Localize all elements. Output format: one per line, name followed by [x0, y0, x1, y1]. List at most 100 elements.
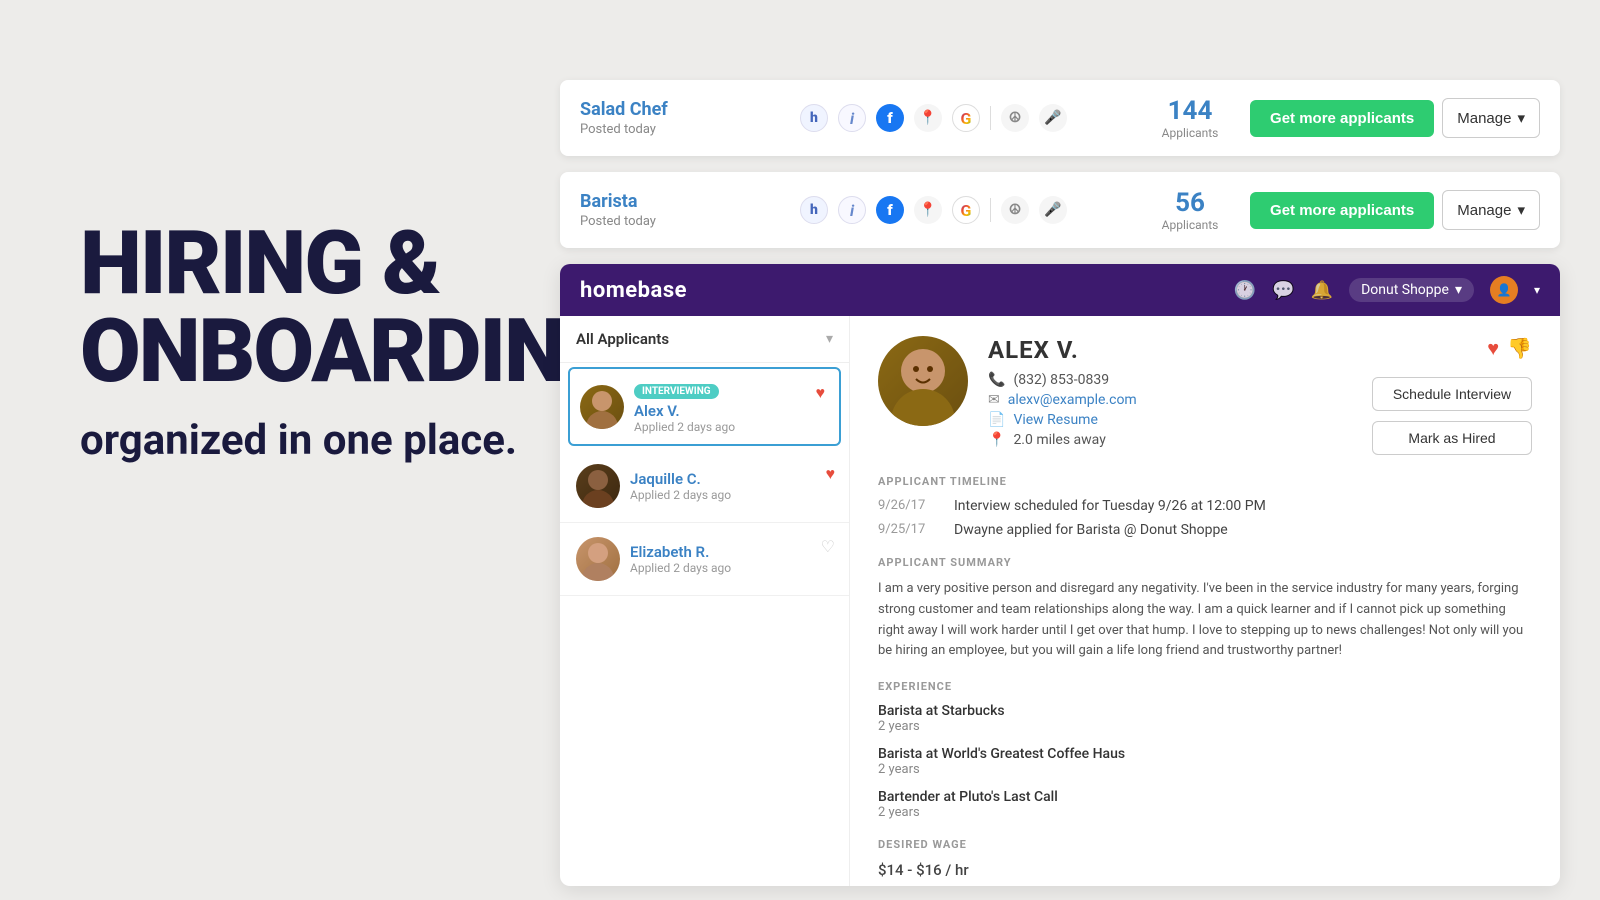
email-link[interactable]: alexv@example.com: [1008, 392, 1137, 408]
google-icon[interactable]: G: [952, 104, 980, 132]
user-avatar[interactable]: 👤: [1490, 276, 1518, 304]
applicant-detail: ALEX V. 📞 (832) 853-0839 ✉ alexv@example…: [850, 316, 1560, 886]
applicants-number: 144: [1150, 96, 1230, 126]
summary-section-title: APPLICANT SUMMARY: [878, 556, 1532, 569]
resume-link[interactable]: View Resume: [1013, 412, 1097, 428]
manage-button[interactable]: Manage ▾: [1442, 190, 1540, 230]
resume-icon: 📄: [988, 412, 1005, 428]
divider: [990, 106, 991, 130]
store-badge[interactable]: Donut Shoppe ▾: [1349, 278, 1474, 302]
timeline-date: 9/25/17: [878, 522, 938, 538]
applicant-name: Alex V.: [634, 402, 829, 420]
indeed-icon[interactable]: h: [800, 104, 828, 132]
resume-contact: 📄 View Resume: [988, 412, 1352, 428]
detail-avatar: [878, 336, 968, 426]
favorite-heart-icon[interactable]: ♥: [816, 383, 826, 403]
chat-icon[interactable]: 💬: [1272, 280, 1294, 301]
timeline-item-0: 9/26/17 Interview scheduled for Tuesday …: [878, 498, 1532, 514]
applicant-item-elizabeth[interactable]: Elizabeth R. Applied 2 days ago ♡: [560, 523, 849, 596]
heart-icon[interactable]: ♥: [1487, 336, 1499, 361]
wage-section-title: DESIRED WAGE: [878, 838, 1532, 851]
peace-icon[interactable]: ☮: [1001, 196, 1029, 224]
phone-number: (832) 853-0839: [1013, 372, 1109, 388]
email-contact: ✉ alexv@example.com: [988, 392, 1352, 408]
detail-info: ALEX V. 📞 (832) 853-0839 ✉ alexv@example…: [988, 336, 1352, 448]
job-icons: h i f 📍 G ☮ 🎤: [780, 196, 1150, 224]
job-posted: Posted today: [580, 214, 780, 229]
hero-subtitle: organized in one place.: [80, 416, 560, 466]
applicant-info-jaquille: Jaquille C. Applied 2 days ago: [630, 470, 833, 502]
facebook-icon[interactable]: f: [876, 196, 904, 224]
applicants-number: 56: [1150, 188, 1230, 218]
applicant-name: Jaquille C.: [630, 470, 833, 488]
job-card-salad-chef: Salad Chef Posted today h i f 📍 G ☮ 🎤 14…: [560, 80, 1560, 156]
get-applicants-button[interactable]: Get more applicants: [1250, 192, 1434, 229]
job-title-section: Salad Chef Posted today: [580, 99, 780, 137]
mic-icon[interactable]: 🎤: [1039, 104, 1067, 132]
facebook-icon[interactable]: f: [876, 104, 904, 132]
experience-title: Barista at World's Greatest Coffee Haus: [878, 746, 1532, 762]
hero-title: HIRING & ONBOARDING: [80, 220, 560, 396]
avatar-elizabeth: [576, 537, 620, 581]
experience-section-title: EXPERIENCE: [878, 680, 1532, 693]
applicants-count: 56 Applicants: [1150, 188, 1230, 232]
peace-icon[interactable]: ☮: [1001, 104, 1029, 132]
mark-as-hired-button[interactable]: Mark as Hired: [1372, 421, 1532, 455]
mic-icon[interactable]: 🎤: [1039, 196, 1067, 224]
timeline-section-title: APPLICANT TIMELINE: [878, 475, 1532, 488]
applicant-item-alex[interactable]: INTERVIEWING Alex V. Applied 2 days ago …: [568, 367, 841, 446]
experience-item-0: Barista at Starbucks 2 years: [878, 703, 1532, 734]
google-icon[interactable]: G: [952, 196, 980, 224]
experience-item-2: Bartender at Pluto's Last Call 2 years: [878, 789, 1532, 820]
thumbdown-icon[interactable]: 👎: [1507, 336, 1532, 361]
panel-body: All Applicants ▾ INTERVIEWING Alex V.: [560, 316, 1560, 886]
pin-icon[interactable]: 📍: [914, 196, 942, 224]
detail-contact: 📞 (832) 853-0839 ✉ alexv@example.com 📄 V…: [988, 372, 1352, 448]
status-tag: INTERVIEWING: [634, 384, 719, 399]
bell-icon[interactable]: 🔔: [1311, 280, 1333, 301]
filter-arrow-icon[interactable]: ▾: [826, 331, 833, 347]
timeline-text: Interview scheduled for Tuesday 9/26 at …: [954, 498, 1266, 514]
indeed-icon[interactable]: h: [800, 196, 828, 224]
timeline-text: Dwayne applied for Barista @ Donut Shopp…: [954, 522, 1228, 538]
favorite-heart-empty-icon[interactable]: ♡: [821, 537, 835, 556]
email-icon: ✉: [988, 392, 1000, 408]
homebase-panel: homebase 🕐 💬 🔔 Donut Shoppe ▾ 👤 ▾ All Ap…: [560, 264, 1560, 886]
experience-duration: 2 years: [878, 805, 1532, 820]
applicant-applied: Applied 2 days ago: [630, 488, 833, 502]
applicant-applied: Applied 2 days ago: [630, 561, 833, 575]
info-icon[interactable]: i: [838, 104, 866, 132]
favorite-heart-icon[interactable]: ♥: [826, 464, 836, 484]
schedule-interview-button[interactable]: Schedule Interview: [1372, 377, 1532, 411]
applicant-item-jaquille[interactable]: Jaquille C. Applied 2 days ago ♥: [560, 450, 849, 523]
info-icon[interactable]: i: [838, 196, 866, 224]
detail-actions: ♥ 👎 Schedule Interview Mark as Hired: [1372, 336, 1532, 455]
applicant-list: All Applicants ▾ INTERVIEWING Alex V.: [560, 316, 850, 886]
clock-icon[interactable]: 🕐: [1234, 280, 1256, 301]
get-applicants-button[interactable]: Get more applicants: [1250, 100, 1434, 137]
distance-text: 2.0 miles away: [1013, 432, 1105, 448]
job-icons: h i f 📍 G ☮ 🎤: [780, 104, 1150, 132]
location-icon: 📍: [988, 432, 1005, 448]
chevron-down-icon: ▾: [1517, 201, 1525, 219]
pin-icon[interactable]: 📍: [914, 104, 942, 132]
timeline-item-1: 9/25/17 Dwayne applied for Barista @ Don…: [878, 522, 1532, 538]
summary-text: I am a very positive person and disregar…: [878, 579, 1532, 662]
action-icons: ♥ 👎: [1487, 336, 1532, 361]
divider: [990, 198, 991, 222]
detail-name: ALEX V.: [988, 336, 1352, 364]
manage-button[interactable]: Manage ▾: [1442, 98, 1540, 138]
experience-title: Bartender at Pluto's Last Call: [878, 789, 1532, 805]
detail-top: ALEX V. 📞 (832) 853-0839 ✉ alexv@example…: [878, 336, 1532, 455]
header-right: 🕐 💬 🔔 Donut Shoppe ▾ 👤 ▾: [1234, 276, 1540, 304]
job-posted: Posted today: [580, 122, 780, 137]
timeline-date: 9/26/17: [878, 498, 938, 514]
chevron-down-icon[interactable]: ▾: [1534, 283, 1540, 297]
chevron-down-icon: ▾: [1455, 282, 1462, 298]
hero-section: HIRING & ONBOARDING organized in one pla…: [80, 220, 560, 466]
phone-icon: 📞: [988, 372, 1005, 388]
distance-contact: 📍 2.0 miles away: [988, 432, 1352, 448]
homebase-logo: homebase: [580, 278, 687, 303]
right-content: Salad Chef Posted today h i f 📍 G ☮ 🎤 14…: [560, 80, 1560, 886]
job-card-barista: Barista Posted today h i f 📍 G ☮ 🎤 56 Ap…: [560, 172, 1560, 248]
